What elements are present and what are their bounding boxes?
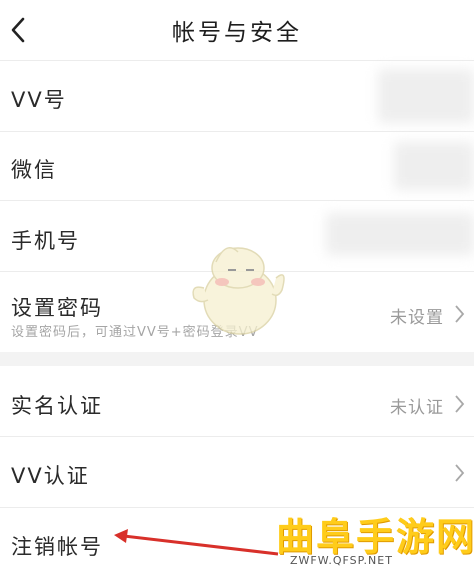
blurred-value [394, 142, 474, 190]
row-value: 未认证 [390, 398, 444, 418]
annotation-arrow [114, 529, 279, 556]
chevron-right-icon [455, 305, 465, 323]
blurred-value [378, 69, 474, 123]
row-vv-id[interactable]: VV号 [0, 61, 474, 131]
watermark-title: 曲阜手游网 [276, 515, 474, 559]
mascot-icon [192, 247, 285, 335]
row-label: VV认证 [11, 464, 90, 488]
row-label: 实名认证 [11, 394, 103, 418]
row-label: 手机号 [11, 229, 80, 253]
row-label: VV号 [11, 88, 67, 112]
row-vv-verify[interactable]: VV认证 [0, 437, 474, 507]
row-label: 注销帐号 [11, 535, 103, 559]
row-label: 设置密码 [11, 296, 103, 320]
blurred-value [326, 213, 474, 255]
section-gap [0, 352, 474, 366]
row-real-name[interactable]: 实名认证 未认证 [0, 366, 474, 436]
watermark-url: ZWFW.QFSP.NET [290, 554, 393, 567]
row-value: 未设置 [390, 308, 444, 328]
chevron-right-icon [455, 464, 465, 482]
chevron-right-icon [455, 395, 465, 413]
watermark: 曲阜手游网 ZWFW.QFSP.NET [268, 506, 474, 571]
row-wechat[interactable]: 微信 [0, 132, 474, 200]
page-title: 帐号与安全 [172, 20, 302, 46]
top-bar: 帐号与安全 [0, 0, 474, 60]
row-label: 微信 [11, 158, 57, 182]
